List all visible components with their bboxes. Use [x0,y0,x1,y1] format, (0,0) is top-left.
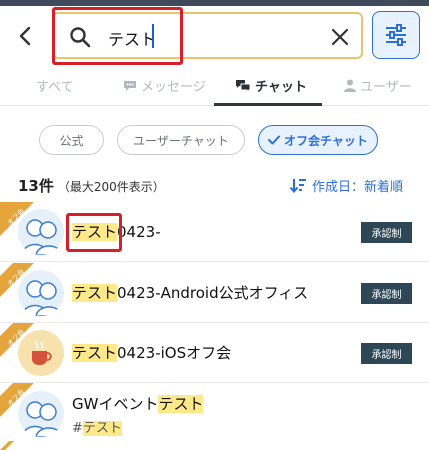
list-item[interactable]: オフ会 テスト0423-Android公式オフィス 承認制 [0,263,429,323]
sliders-icon [386,24,406,46]
active-tab-indicator [214,103,322,106]
chip-official[interactable]: 公式 [39,125,104,155]
search-icon [70,27,91,48]
offline-meetup-ribbon: オフ会 [0,383,34,417]
filter-settings-button[interactable] [372,11,420,59]
checkmark-icon [268,135,281,145]
chip-offline-meetup-chat[interactable]: オフ会チャット [258,125,378,155]
approval-badge: 承認制 [361,343,412,364]
chat-title: テスト0423- [72,223,161,241]
list-item[interactable]: オフ会 テスト0423- 承認制 [0,202,429,262]
tab-chat[interactable]: チャット [235,76,307,95]
search-field[interactable]: テスト [52,12,363,59]
sort-button[interactable]: 作成日：新着順 [290,176,403,195]
tab-bar: すべて メッセージ チャット ユーザー [0,70,429,106]
speech-bubble-icon [124,80,136,91]
tab-all[interactable]: すべて [36,76,74,95]
tab-messages[interactable]: メッセージ [123,76,206,95]
chat-title: GWイベントテスト [72,395,204,413]
sort-descending-icon [290,179,306,193]
hashtag[interactable]: #テスト [72,417,122,436]
search-input[interactable]: テスト [108,26,156,50]
tab-users[interactable]: ユーザー [344,76,412,95]
result-count: 13件 （最大200件表示） [18,177,165,195]
back-arrow-icon[interactable] [14,24,38,48]
chat-title: テスト0423-Android公式オフィス [72,284,309,302]
list-item[interactable]: オフ会 テスト0423-iOSオフ会 承認制 [0,323,429,383]
text-cursor [152,24,154,48]
offline-meetup-ribbon: オフ会 [0,263,34,297]
result-count-note: （最大200件表示） [57,180,165,194]
list-item[interactable]: オフ会 GWイベントテスト #テスト [0,383,429,450]
offline-meetup-ribbon [0,441,14,450]
offline-meetup-ribbon: オフ会 [0,323,34,357]
offline-meetup-ribbon: オフ会 [0,202,34,236]
approval-badge: 承認制 [361,222,412,243]
chat-bubbles-icon [236,80,251,92]
status-strip [0,0,429,6]
chat-title: テスト0423-iOSオフ会 [72,344,232,362]
clear-icon[interactable] [330,27,350,47]
person-icon [344,79,356,92]
chip-user-chat[interactable]: ユーザーチャット [117,125,245,155]
approval-badge: 承認制 [361,283,412,304]
